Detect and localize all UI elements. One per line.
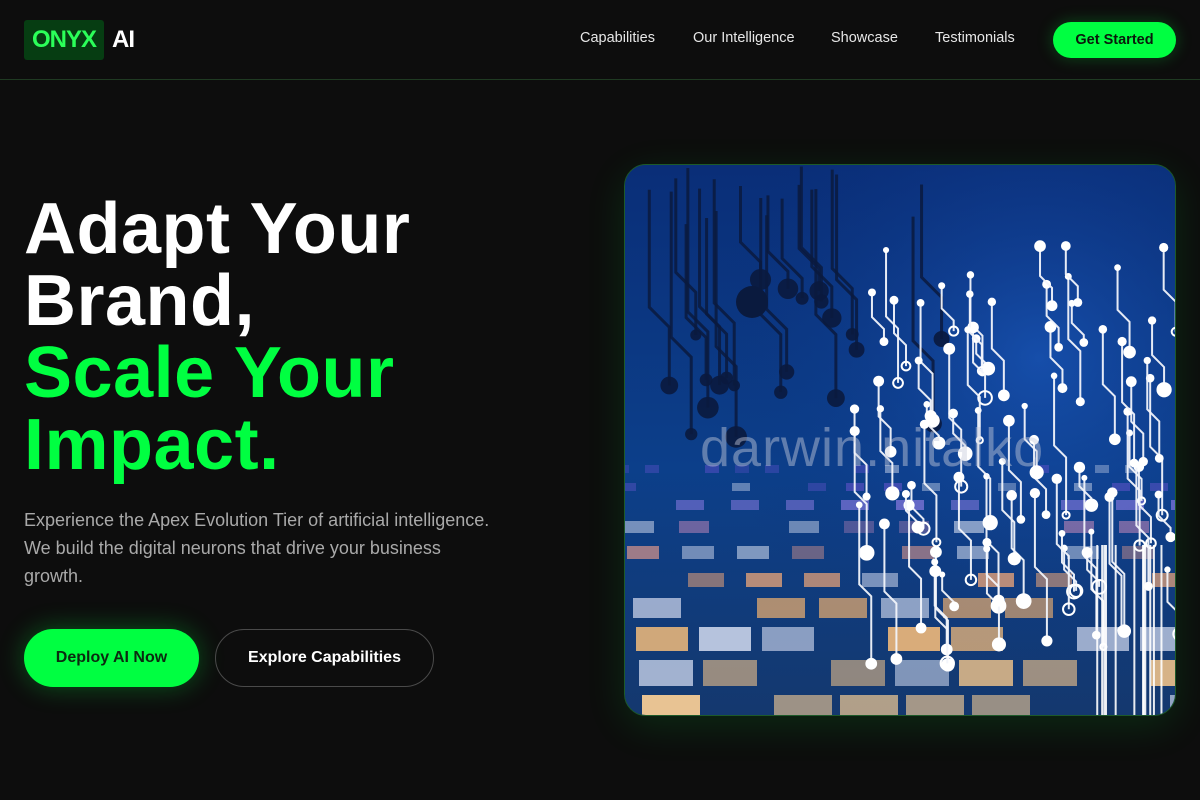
headline-line-3: Scale Your — [24, 333, 395, 413]
image-watermark: darwin.nitalko — [700, 418, 1045, 478]
top-navigation: ONYX AI Capabilities Our Intelligence Sh… — [0, 0, 1200, 80]
logo-secondary: AI — [112, 26, 135, 53]
nav-link-capabilities[interactable]: Capabilities — [580, 30, 655, 46]
headline-line-1: Adapt Your — [24, 189, 411, 269]
headline-line-4: Impact. — [24, 405, 280, 485]
nav-link-our-intelligence[interactable]: Our Intelligence — [693, 30, 795, 46]
logo-primary: ONYX — [24, 20, 105, 60]
deploy-ai-now-button[interactable]: Deploy AI Now — [24, 629, 199, 687]
explore-capabilities-button[interactable]: Explore Capabilities — [215, 629, 434, 687]
hero-headline: Adapt Your Brand, Scale Your Impact. — [24, 193, 410, 481]
nav-link-testimonials[interactable]: Testimonials — [935, 30, 1015, 46]
hero-subtext: Experience the Apex Evolution Tier of ar… — [24, 510, 490, 586]
headline-line-2: Brand, — [24, 261, 256, 341]
get-started-button[interactable]: Get Started — [1053, 22, 1176, 58]
nav-link-showcase[interactable]: Showcase — [831, 30, 898, 46]
hero-image: darwin.nitalko — [624, 164, 1176, 716]
brand-logo[interactable]: ONYX AI — [24, 20, 135, 60]
